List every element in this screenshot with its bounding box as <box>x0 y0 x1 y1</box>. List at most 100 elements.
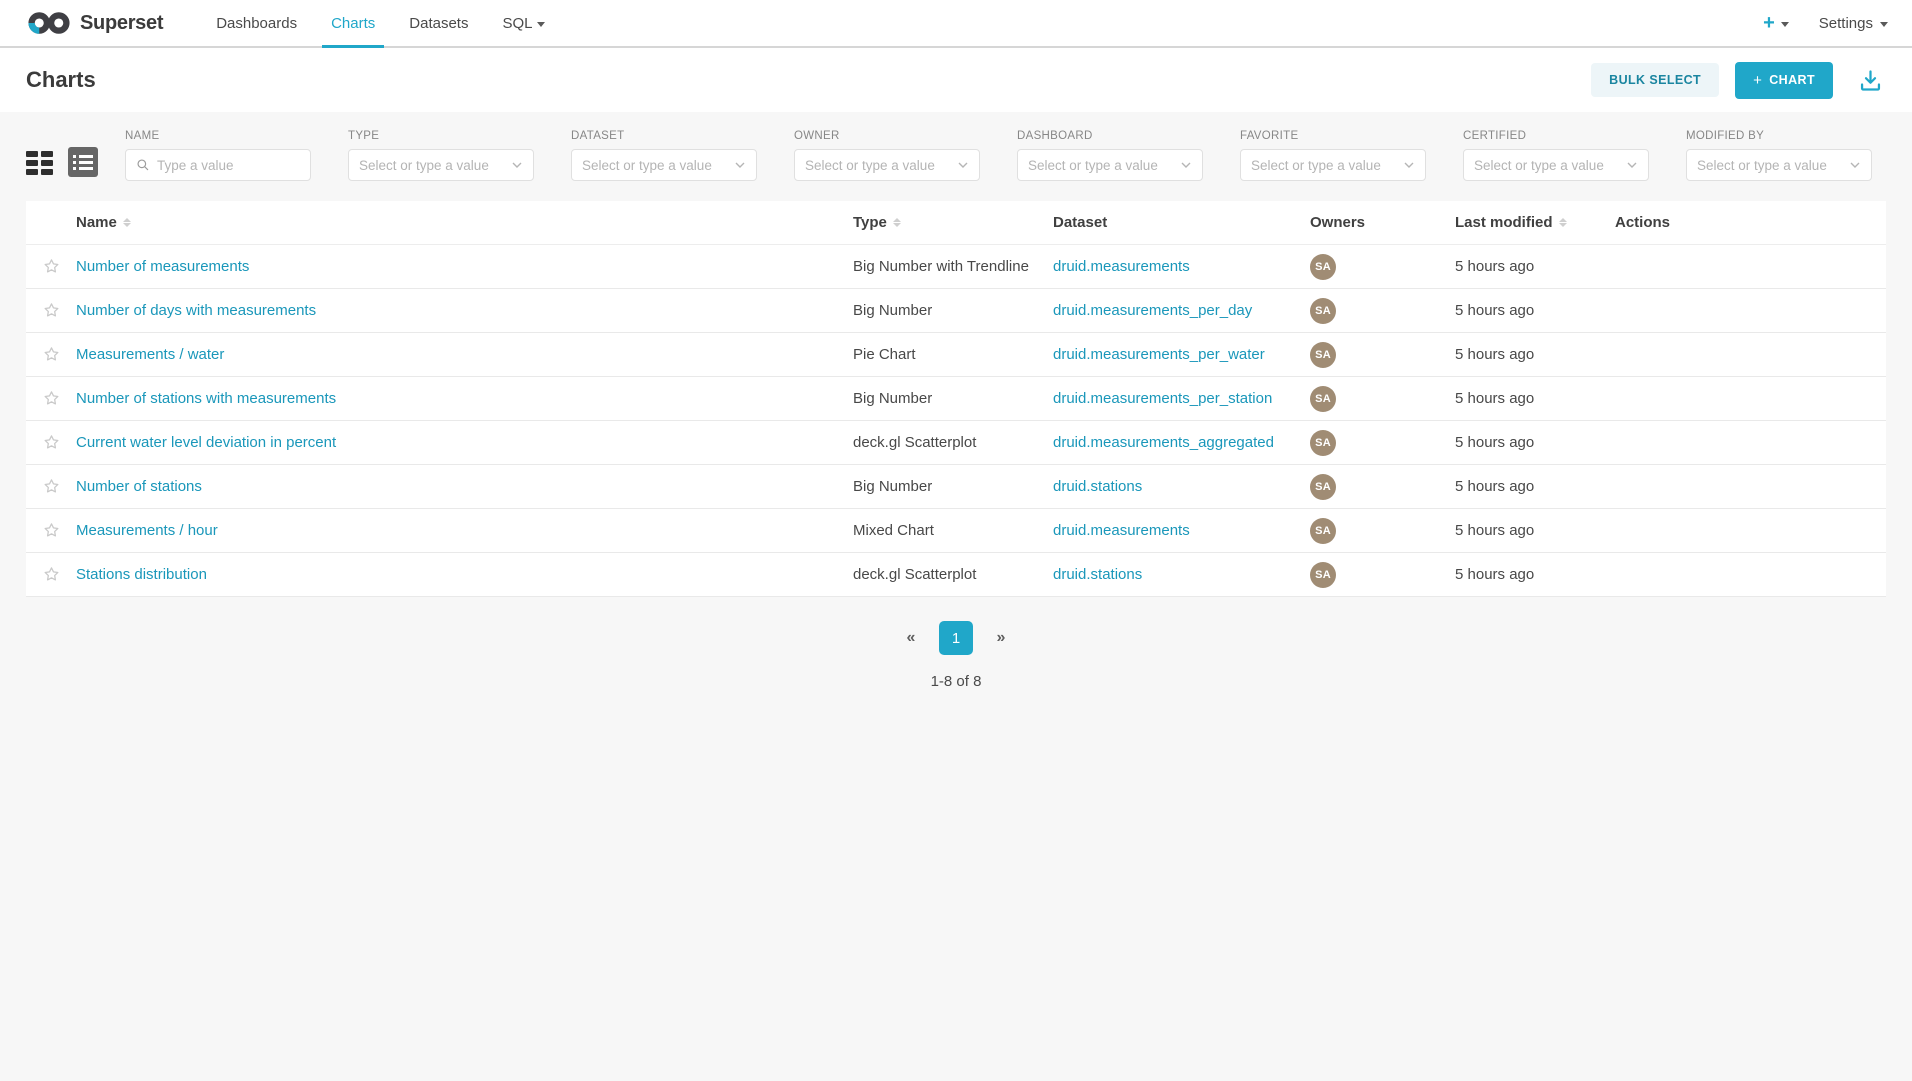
column-header-name[interactable]: Name <box>76 214 853 231</box>
dataset-filter-select[interactable]: Select or type a value <box>571 149 757 181</box>
chart-type: Big Number <box>853 390 1053 407</box>
chart-type: Mixed Chart <box>853 522 1053 539</box>
column-label: Name <box>76 214 117 231</box>
owner-avatar: SA <box>1310 298 1336 324</box>
favorite-star-icon[interactable] <box>26 257 76 276</box>
chart-name-link[interactable]: Number of days with measurements <box>76 302 316 319</box>
card-view-icon[interactable] <box>26 150 54 174</box>
owner-avatar: SA <box>1310 518 1336 544</box>
filter-label: NAME <box>125 130 311 142</box>
name-filter-input[interactable] <box>157 158 300 173</box>
dataset-link[interactable]: druid.measurements_per_station <box>1053 390 1272 407</box>
table-header-row: Name Type Dataset Owners Last modified A… <box>26 201 1886 245</box>
settings-menu[interactable]: Settings <box>1819 15 1888 32</box>
owner-avatar: SA <box>1310 386 1336 412</box>
select-placeholder: Select or type a value <box>1251 158 1396 173</box>
favorite-star-icon[interactable] <box>26 389 76 408</box>
superset-logo[interactable]: Superset <box>26 0 163 46</box>
settings-label: Settings <box>1819 15 1873 32</box>
dataset-link[interactable]: druid.measurements_per_water <box>1053 346 1265 363</box>
column-header-last-modified[interactable]: Last modified <box>1455 214 1615 231</box>
chart-name-link[interactable]: Number of measurements <box>76 258 249 275</box>
certified-filter-select[interactable]: Select or type a value <box>1463 149 1649 181</box>
last-modified: 5 hours ago <box>1455 522 1615 539</box>
add-chart-label: CHART <box>1769 73 1815 87</box>
dataset-link[interactable]: druid.measurements_per_day <box>1053 302 1252 319</box>
chart-type: Pie Chart <box>853 346 1053 363</box>
dataset-link[interactable]: druid.stations <box>1053 478 1142 495</box>
next-page-button[interactable]: » <box>985 622 1017 654</box>
favorite-filter-select[interactable]: Select or type a value <box>1240 149 1426 181</box>
type-filter-select[interactable]: Select or type a value <box>348 149 534 181</box>
select-placeholder: Select or type a value <box>805 158 950 173</box>
favorite-star-icon[interactable] <box>26 565 76 584</box>
filter-name: NAME <box>125 130 311 181</box>
last-modified: 5 hours ago <box>1455 434 1615 451</box>
favorite-star-icon[interactable] <box>26 477 76 496</box>
name-filter-box[interactable] <box>125 149 311 181</box>
chart-name-link[interactable]: Measurements / hour <box>76 522 218 539</box>
charts-table: Name Type Dataset Owners Last modified A… <box>26 201 1886 597</box>
filter-label: FAVORITE <box>1240 130 1426 142</box>
favorite-star-icon[interactable] <box>26 521 76 540</box>
prev-page-button[interactable]: « <box>895 622 927 654</box>
nav-label: Datasets <box>409 15 468 32</box>
dataset-link[interactable]: druid.measurements_aggregated <box>1053 434 1274 451</box>
table-row: Number of days with measurements Big Num… <box>26 289 1886 333</box>
brand-text: Superset <box>80 12 163 35</box>
chart-name-link[interactable]: Number of stations <box>76 478 202 495</box>
chart-name-link[interactable]: Number of stations with measurements <box>76 390 336 407</box>
nav-label: Charts <box>331 15 375 32</box>
favorite-star-icon[interactable] <box>26 345 76 364</box>
filter-dataset: DATASET Select or type a value <box>571 130 757 181</box>
nav-item-charts[interactable]: Charts <box>314 0 392 46</box>
filter-label: DATASET <box>571 130 757 142</box>
chart-type: deck.gl Scatterplot <box>853 434 1053 451</box>
modified-by-filter-select[interactable]: Select or type a value <box>1686 149 1872 181</box>
chevron-down-icon <box>1781 22 1789 27</box>
filter-dashboard: DASHBOARD Select or type a value <box>1017 130 1203 181</box>
dataset-link[interactable]: druid.stations <box>1053 566 1142 583</box>
chevron-down-icon <box>1626 159 1638 171</box>
nav-item-dashboards[interactable]: Dashboards <box>199 0 314 46</box>
nav-item-sql[interactable]: SQL <box>485 0 562 46</box>
list-view-icon[interactable] <box>68 147 98 177</box>
owner-avatar: SA <box>1310 562 1336 588</box>
owner-avatar: SA <box>1310 430 1336 456</box>
column-header-type[interactable]: Type <box>853 214 1053 231</box>
filter-favorite: FAVORITE Select or type a value <box>1240 130 1426 181</box>
nav-item-datasets[interactable]: Datasets <box>392 0 485 46</box>
download-icon <box>1857 67 1884 94</box>
chart-name-link[interactable]: Current water level deviation in percent <box>76 434 336 451</box>
view-mode-toggles <box>26 147 98 181</box>
filter-label: TYPE <box>348 130 534 142</box>
favorite-star-icon[interactable] <box>26 301 76 320</box>
owner-filter-select[interactable]: Select or type a value <box>794 149 980 181</box>
table-row: Stations distribution deck.gl Scatterplo… <box>26 553 1886 597</box>
chart-name-link[interactable]: Measurements / water <box>76 346 224 363</box>
main-nav: Dashboards Charts Datasets SQL <box>199 0 562 46</box>
add-chart-button[interactable]: + CHART <box>1735 62 1833 99</box>
chart-type: Big Number <box>853 302 1053 319</box>
filter-label: OWNER <box>794 130 980 142</box>
column-label: Type <box>853 214 887 231</box>
favorite-star-icon[interactable] <box>26 433 76 452</box>
owner-avatar: SA <box>1310 474 1336 500</box>
dataset-link[interactable]: druid.measurements <box>1053 522 1190 539</box>
bulk-select-button[interactable]: BULK SELECT <box>1591 63 1719 97</box>
column-label: Dataset <box>1053 214 1107 231</box>
dashboard-filter-select[interactable]: Select or type a value <box>1017 149 1203 181</box>
filter-modified-by: MODIFIED BY Select or type a value <box>1686 130 1872 181</box>
chevron-down-icon <box>1403 159 1415 171</box>
last-modified: 5 hours ago <box>1455 478 1615 495</box>
last-modified: 5 hours ago <box>1455 302 1615 319</box>
chart-type: deck.gl Scatterplot <box>853 566 1053 583</box>
last-modified: 5 hours ago <box>1455 566 1615 583</box>
chevron-down-icon <box>537 22 545 27</box>
page-1-button[interactable]: 1 <box>939 621 973 655</box>
dataset-link[interactable]: druid.measurements <box>1053 258 1190 275</box>
export-button[interactable] <box>1855 65 1886 96</box>
chart-name-link[interactable]: Stations distribution <box>76 566 207 583</box>
new-item-menu[interactable]: + <box>1763 13 1789 33</box>
chevron-down-icon <box>1180 159 1192 171</box>
